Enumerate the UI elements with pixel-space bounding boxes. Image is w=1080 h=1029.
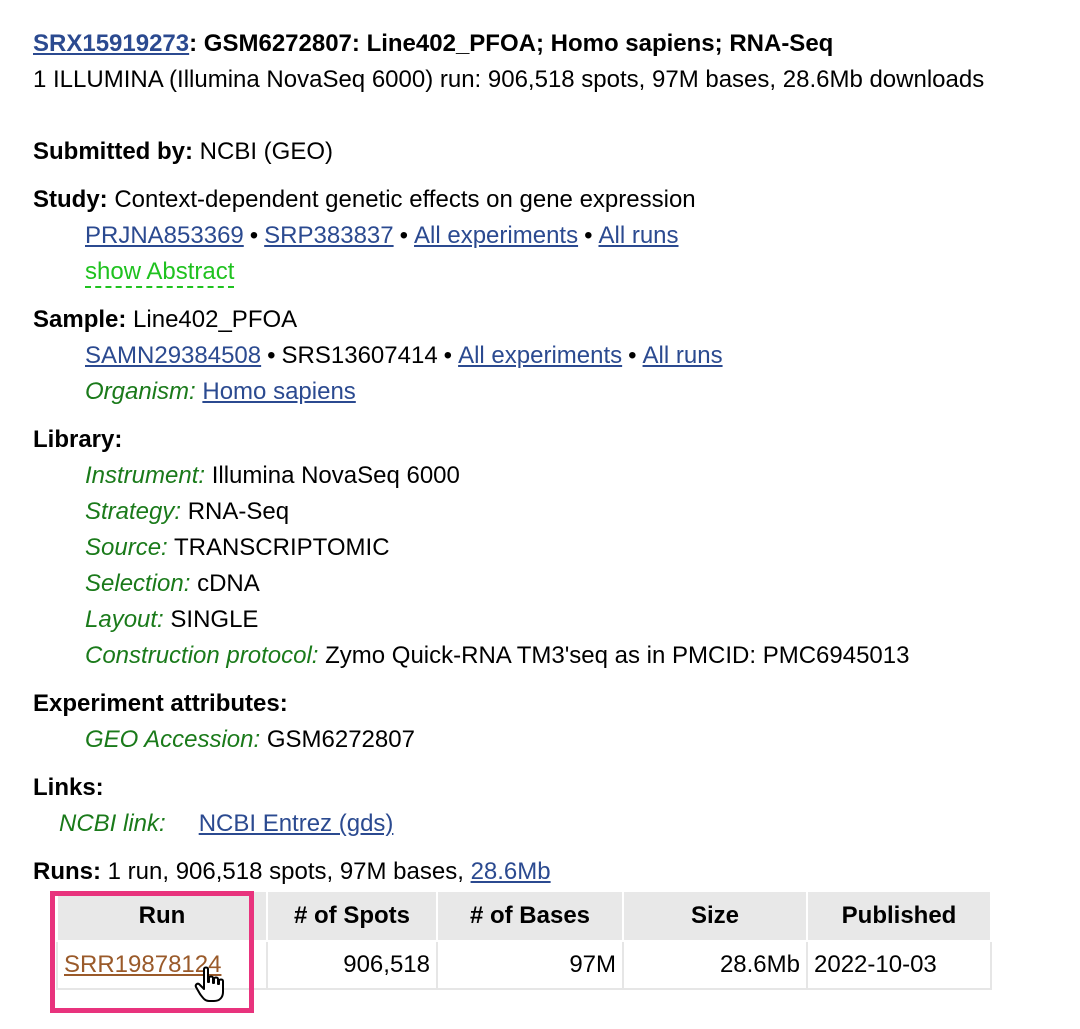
organism-line: Organism: Homo sapiens xyxy=(33,374,1070,410)
geo-accession-line: GEO Accession: GSM6272807 xyxy=(85,726,415,753)
runs-label: Runs: xyxy=(33,858,101,885)
experiment-page: SRX15919273: GSM6272807: Line402_PFOA; H… xyxy=(33,26,1070,990)
library-instrument: Instrument: Illumina NovaSeq 6000 xyxy=(85,462,460,489)
sample-srs-id: SRS13607414 xyxy=(281,342,438,369)
abstract-line: show Abstract xyxy=(33,254,1070,290)
spots-cell: 906,518 xyxy=(266,940,438,990)
organism-label: Organism: xyxy=(85,378,196,405)
col-size: Size xyxy=(622,890,808,942)
library-construction-protocol: Construction protocol: Zymo Quick-RNA TM… xyxy=(85,642,910,669)
sample-biosample-link[interactable]: SAMN29384508 xyxy=(85,342,261,369)
ncbi-entrez-link[interactable]: NCBI Entrez (gds) xyxy=(199,810,394,837)
hand-pointer-icon xyxy=(194,966,228,1011)
study-value: Context-dependent genetic effects on gen… xyxy=(107,186,696,213)
sample-line: Sample: Line402_PFOA xyxy=(33,302,1070,338)
attributes-label: Experiment attributes: xyxy=(33,690,288,717)
run-summary: 1 ILLUMINA (Illumina NovaSeq 6000) run: … xyxy=(33,66,985,93)
study-line: Study: Context-dependent genetic effects… xyxy=(33,182,1070,218)
col-spots: # of Spots xyxy=(266,890,438,942)
sample-value: Line402_PFOA xyxy=(126,306,298,333)
runs-line: Runs: 1 run, 906,518 spots, 97M bases, 2… xyxy=(33,854,1070,890)
study-label: Study: xyxy=(33,186,108,213)
ncbi-link-label: NCBI link: xyxy=(59,810,166,837)
sample-links: SAMN29384508 • SRS13607414 • All experiments… xyxy=(85,342,723,369)
study-bioproject-link[interactable]: PRJNA853369 xyxy=(85,222,244,249)
library-strategy: Strategy: RNA-Seq xyxy=(85,498,290,525)
study-links: PRJNA853369 • SRP383837 • All experiments • Al… xyxy=(85,222,679,249)
published-cell: 2022-10-03 xyxy=(806,940,992,990)
submitted-by-value: NCBI (GEO) xyxy=(193,138,334,165)
runs-table-header: Run # of Spots # of Bases Size Published xyxy=(56,890,992,942)
sample-all-runs-link[interactable]: All runs xyxy=(643,342,723,369)
col-bases: # of Bases xyxy=(436,890,624,942)
library-source: Source: TRANSCRIPTOMIC xyxy=(85,534,390,561)
bases-cell: 97M xyxy=(436,940,624,990)
runs-summary: 1 run, 906,518 spots, 97M bases, xyxy=(101,858,471,885)
library-selection: Selection: cDNA xyxy=(85,570,260,597)
experiment-accession-link[interactable]: SRX15919273 xyxy=(33,30,189,57)
experiment-title: : GSM6272807: Line402_PFOA; Homo sapiens… xyxy=(189,30,834,57)
sample-all-experiments-link[interactable]: All experiments xyxy=(458,342,622,369)
col-published: Published xyxy=(806,890,992,942)
run-cell: SRR19878124 xyxy=(56,940,268,990)
size-cell: 28.6Mb xyxy=(622,940,808,990)
study-all-runs-link[interactable]: All runs xyxy=(598,222,678,249)
sample-label: Sample: xyxy=(33,306,127,333)
library-label: Library: xyxy=(33,426,123,453)
show-abstract-toggle[interactable]: show Abstract xyxy=(85,258,235,288)
library-layout: Layout: SINGLE xyxy=(85,606,259,633)
header-title-line: SRX15919273: GSM6272807: Line402_PFOA; H… xyxy=(33,26,1070,62)
ncbi-link-line: NCBI link: NCBI Entrez (gds) xyxy=(33,806,1070,842)
submitted-by-label: Submitted by: xyxy=(33,138,193,165)
col-run: Run xyxy=(56,890,268,942)
study-all-experiments-link[interactable]: All experiments xyxy=(414,222,578,249)
links-label: Links: xyxy=(33,774,104,801)
submitted-by: Submitted by: NCBI (GEO) xyxy=(33,134,1070,170)
study-srp-link[interactable]: SRP383837 xyxy=(264,222,393,249)
runs-size-link[interactable]: 28.6Mb xyxy=(471,858,551,885)
organism-link[interactable]: Homo sapiens xyxy=(202,378,355,405)
